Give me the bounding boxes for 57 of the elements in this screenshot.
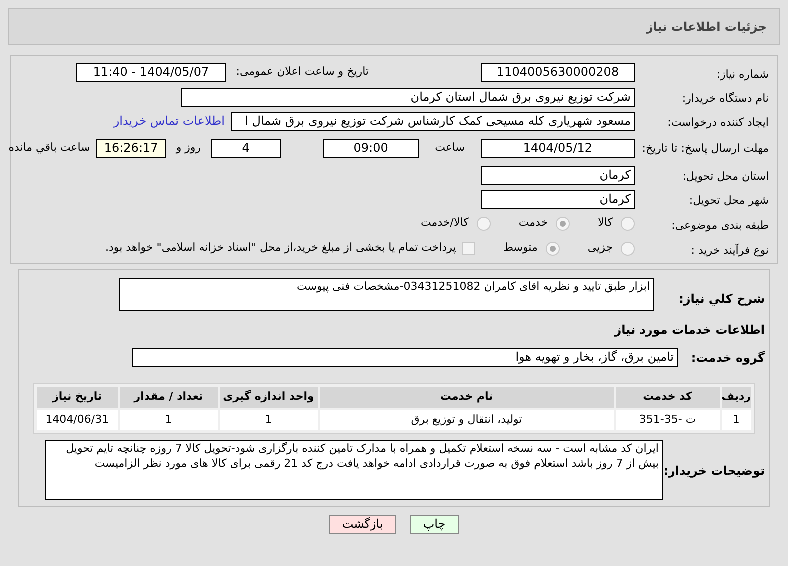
print-button[interactable]: چاپ — [410, 515, 459, 534]
text-field[interactable]: تامین برق، گاز، بخار و تهویه هوا — [132, 348, 678, 366]
page-title: جزئیات اطلاعات نیاز — [646, 18, 767, 36]
table-cell: تولید، انتقال و توزیع برق — [320, 410, 614, 430]
radio-button[interactable] — [556, 216, 570, 230]
field-label: شرح کلي نیاز: — [679, 292, 765, 306]
column-header: ردیف — [722, 387, 751, 408]
table-cell: ت -35-351 — [616, 410, 720, 430]
table-cell: 1 — [220, 410, 318, 430]
checkbox[interactable] — [462, 242, 476, 255]
field-label: متوسط — [503, 240, 538, 256]
text-field[interactable]: 1104005630000208 — [481, 63, 635, 82]
text-field[interactable]: 09:00 — [323, 138, 420, 158]
field-label: خدمت — [518, 215, 548, 232]
radio-button[interactable] — [476, 216, 491, 230]
field-label: گروه خدمت: — [691, 351, 765, 365]
field-label: استان محل تحویل: — [682, 170, 769, 183]
field-label: ایجاد کننده درخواست: — [668, 116, 769, 129]
field-label: مهلت ارسال پاسخ: تا تاریخ: — [642, 142, 769, 155]
radio-button[interactable] — [546, 242, 560, 256]
text-field[interactable]: 16:26:17 — [96, 138, 166, 158]
text-field[interactable]: مسعود شهریاری کله مسیحی کمک کارشناس شرکت توزیع نیروی برق شمال ا — [231, 112, 635, 130]
field-label: کالا/خدمت — [421, 215, 469, 232]
table-cell: 1 — [120, 410, 218, 430]
field-label: شهر محل تحویل: — [689, 194, 769, 207]
column-header: واحد اندازه گیری — [220, 387, 318, 408]
field-label: ساعت باقي مانده — [8, 140, 90, 156]
text-field[interactable]: شرکت توزیع نیروی برق شمال استان کرمان — [181, 88, 635, 106]
field-label: نوع فرآیند خرید : — [691, 244, 769, 256]
buyer-notes-textarea[interactable]: ایران کد مشابه است - سه نسخه استعلام تکمیل و همراه با مدارک تامین کننده بارگزاری شود-تحویل کالا 7 روزه چنانچه تایم تحویل بیش از 7 روز باشد استعلام فوق به صورت قراردادی ادامه خواهد یافت درج کد 21 رقمی برای کالا های مورد نظر الزامیست — [45, 440, 663, 500]
table-cell: 1404/06/31 — [37, 410, 118, 430]
radio-button[interactable] — [621, 216, 635, 230]
column-header: نام خدمت — [320, 387, 614, 408]
table-cell: 1 — [722, 410, 751, 430]
text-field[interactable]: 4 — [211, 138, 282, 158]
field-label: تاریخ و ساعت اعلان عمومی: — [236, 64, 369, 80]
field-label: ساعت — [434, 140, 466, 156]
column-header: تاریخ نیاز — [37, 387, 118, 408]
text-field[interactable]: کرمان — [481, 166, 635, 184]
field-label: نام دستگاه خریدار: — [682, 92, 769, 105]
text-field[interactable]: 1404/05/12 — [481, 138, 635, 158]
text-field[interactable]: 1404/05/07 - 11:40 — [76, 63, 226, 82]
description-textarea[interactable]: ابزار طبق تایید و نظریه اقای کامران 03431251082-مشخصات فنی پیوست — [119, 278, 654, 311]
field-label: طبقه بندی موضوعی: — [672, 218, 769, 232]
column-header: کد خدمت — [616, 387, 720, 408]
column-header: تعداد / مقدار — [120, 387, 218, 408]
field-label: کالا — [598, 215, 613, 232]
buyer-contact-link[interactable]: اطلاعات تماس خریدار — [114, 112, 225, 130]
text-field[interactable]: کرمان — [481, 190, 635, 208]
field-label: پرداخت تمام یا بخشی از مبلغ خرید،از محل "اسناد خزانه اسلامی" خواهد بود. — [106, 240, 456, 256]
field-label: شماره نیاز: — [716, 68, 769, 80]
section-heading: اطلاعات خدمات مورد نیاز — [614, 323, 765, 337]
field-label: روز و — [174, 140, 202, 156]
back-button[interactable]: بازگشت — [329, 515, 396, 534]
field-label: جزیی — [588, 240, 613, 256]
radio-button[interactable] — [621, 242, 635, 256]
field-label: توضیحات خریدار: — [664, 464, 765, 478]
